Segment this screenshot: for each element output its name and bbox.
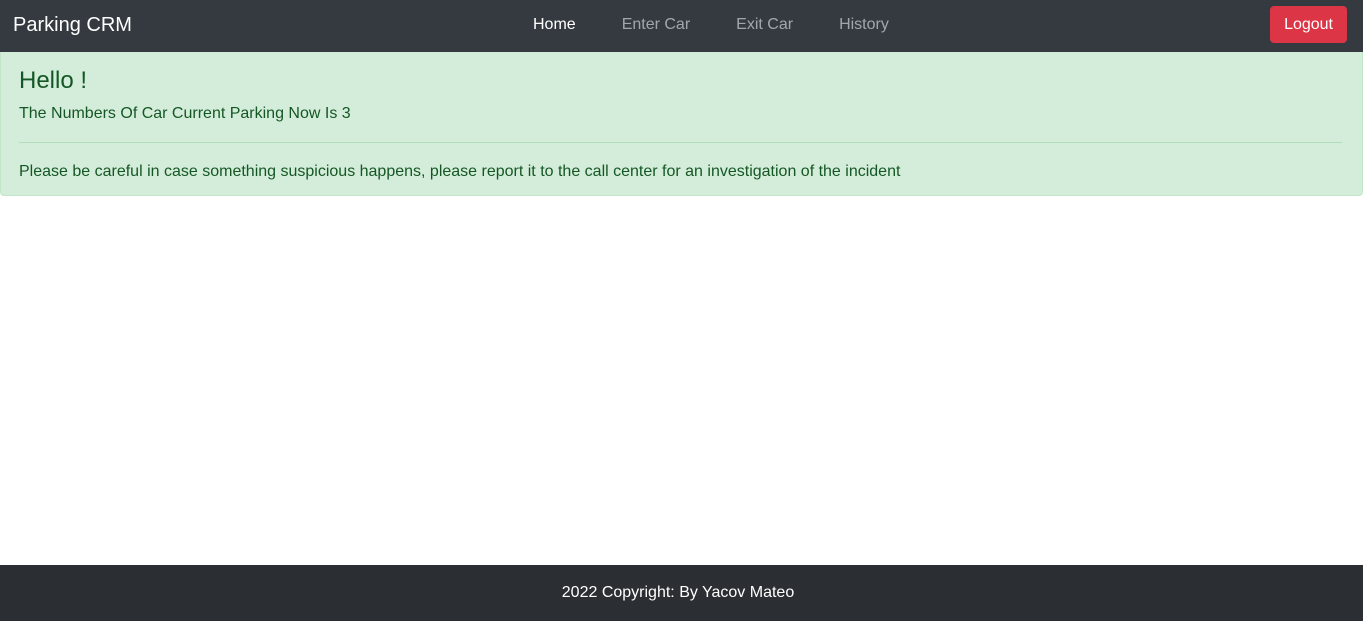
nav-links: Home Enter Car Exit Car History [533,14,935,36]
brand-link[interactable]: Parking CRM [13,12,132,38]
logout-button[interactable]: Logout [1270,6,1347,43]
nav-link-exit-car[interactable]: Exit Car [736,16,793,33]
welcome-alert: Hello ! The Numbers Of Car Current Parki… [0,52,1363,196]
page: Parking CRM Home Enter Car Exit Car Hist… [0,0,1363,621]
alert-divider [19,142,1342,143]
safety-note: Please be careful in case something susp… [19,163,901,180]
parking-count-text: The Numbers Of Car Current Parking Now I… [19,105,351,122]
footer: 2022 Copyright: By Yacov Mateo [0,565,1363,621]
alert-heading: Hello ! [19,67,88,94]
nav-link-history[interactable]: History [839,16,889,33]
copyright-text: 2022 Copyright: By Yacov Mateo [561,584,795,601]
nav-link-enter-car[interactable]: Enter Car [622,16,690,33]
top-navbar: Parking CRM Home Enter Car Exit Car Hist… [0,0,1363,52]
nav-link-home[interactable]: Home [533,16,576,33]
